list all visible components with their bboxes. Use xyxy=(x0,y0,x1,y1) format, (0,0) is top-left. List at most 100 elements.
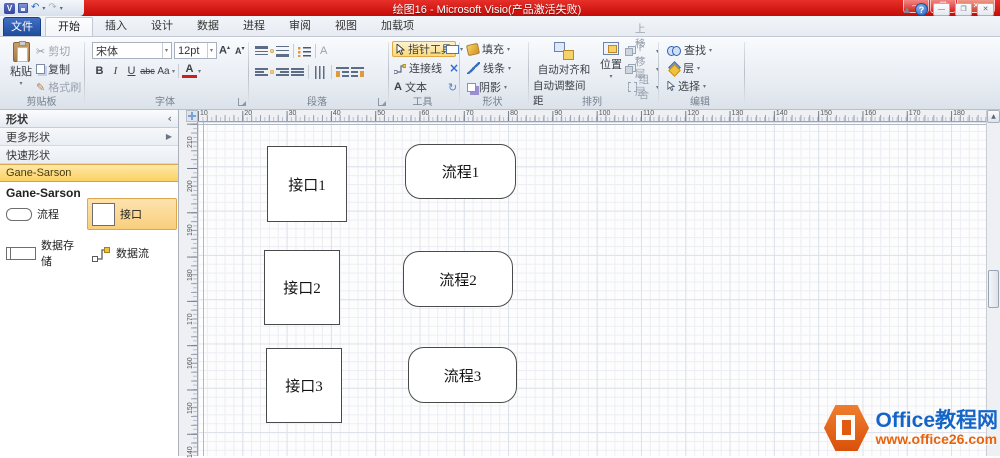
font-group-label: 字体 xyxy=(85,93,245,108)
main-area: 形状 ‹ 更多形状 ▶ 快速形状 Gane-Sarson Gane-Sarson… xyxy=(0,110,1000,456)
line-button[interactable]: 线条 ▾ xyxy=(467,60,511,76)
watermark-text: Office教程网 www.office26.com xyxy=(875,410,998,447)
select-label: 选择 xyxy=(678,78,700,94)
align-center-button[interactable] xyxy=(270,70,274,74)
scrollbar-thumb[interactable] xyxy=(988,270,999,308)
doc-minimize-button[interactable]: — xyxy=(933,3,950,16)
shrink-font-button[interactable]: A▾ xyxy=(235,45,245,56)
rectangle-tool-icon xyxy=(446,45,459,54)
v-ruler-label: 150 xyxy=(187,394,194,414)
doc-close-button[interactable]: ✕ xyxy=(977,3,994,16)
bullets-icon[interactable] xyxy=(298,45,311,57)
italic-button[interactable]: I xyxy=(108,64,123,79)
layers-icon xyxy=(667,63,680,74)
strikethrough-button[interactable]: abc xyxy=(140,64,155,79)
cut-button[interactable]: ✂ 剪切 xyxy=(36,43,70,59)
grow-shrink-text-button[interactable]: A xyxy=(320,45,327,57)
collapse-panel-icon[interactable]: ‹ xyxy=(167,112,172,125)
tab-1[interactable]: 开始 xyxy=(45,17,93,36)
v-ruler-label: 200 xyxy=(187,172,194,192)
bold-button[interactable]: B xyxy=(92,64,107,79)
font-size-combo[interactable]: 12pt ▾ xyxy=(174,42,217,59)
undo-dropdown-icon[interactable]: ▾ xyxy=(42,5,45,12)
page-left-edge xyxy=(203,122,204,456)
align-middle-button[interactable] xyxy=(270,49,274,53)
position-button[interactable]: 位置 ▾ xyxy=(597,42,625,80)
doc-restore-button[interactable]: ❐ xyxy=(955,3,972,16)
canvas-shape-process[interactable]: 流程1 xyxy=(405,144,516,199)
tab-6[interactable]: 审阅 xyxy=(277,17,323,36)
group-shapes-icon xyxy=(628,82,637,92)
save-icon[interactable] xyxy=(18,3,28,13)
font-family-combo[interactable]: 宋体 ▾ xyxy=(92,42,172,59)
align-left-button[interactable] xyxy=(255,66,268,78)
justify-button[interactable] xyxy=(291,66,304,78)
stencil-item-3[interactable]: 数据存储 xyxy=(2,237,86,269)
stencil-item-2[interactable]: 接口 xyxy=(87,198,177,230)
underline-button[interactable]: U xyxy=(124,64,139,79)
align-bottom-button[interactable] xyxy=(276,45,289,57)
divider xyxy=(315,44,316,58)
rounded-rect-shape-icon xyxy=(6,208,32,221)
text-direction-icon[interactable] xyxy=(313,66,327,79)
scroll-up-icon[interactable]: ▲ xyxy=(987,110,1000,123)
canvas-shape-interface[interactable]: 接口1 xyxy=(267,146,347,222)
h-ruler-label: 110 xyxy=(643,110,654,117)
clipboard-group-label: 剪贴板 xyxy=(2,93,81,108)
h-ruler-label: 10 xyxy=(200,110,208,117)
tab-2[interactable]: 插入 xyxy=(93,17,139,36)
redo-icon[interactable]: ↷ xyxy=(48,3,56,13)
minimize-ribbon-icon[interactable]: ▲ xyxy=(904,5,910,14)
tab-file[interactable]: 文件 xyxy=(3,17,41,36)
more-shapes-row[interactable]: 更多形状 ▶ xyxy=(0,128,178,146)
qat-customize-icon[interactable]: ▾ xyxy=(60,5,63,12)
tab-8[interactable]: 加载项 xyxy=(369,17,426,36)
h-ruler-label: 120 xyxy=(687,110,699,117)
canvas-shape-process[interactable]: 流程2 xyxy=(403,251,513,307)
paste-button[interactable]: 粘贴 ▾ xyxy=(8,42,34,87)
find-button[interactable]: 查找 ▾ xyxy=(667,42,712,58)
align-top-button[interactable] xyxy=(255,45,268,57)
tab-3[interactable]: 设计 xyxy=(139,17,185,36)
connection-point-tool-button[interactable]: × xyxy=(449,60,459,76)
v-ruler-label: 160 xyxy=(187,349,194,369)
font-color-dropdown-icon[interactable]: ▾ xyxy=(198,68,201,75)
square-shape-icon xyxy=(92,203,115,226)
canvas-shape-interface[interactable]: 接口3 xyxy=(266,348,342,423)
grow-font-button[interactable]: A▴ xyxy=(219,44,230,57)
decrease-indent-icon[interactable] xyxy=(336,66,349,78)
canvas-shape-interface[interactable]: 接口2 xyxy=(264,250,340,325)
h-ruler-label: 100 xyxy=(599,110,611,117)
tab-4[interactable]: 数据 xyxy=(185,17,231,36)
connector-icon xyxy=(394,63,406,74)
line-dropdown-icon: ▾ xyxy=(508,65,511,72)
stencil-item-label: 数据流 xyxy=(116,245,149,261)
arrange-group-label: 排列 xyxy=(529,93,655,108)
connector-tool-button[interactable]: 连接线 xyxy=(394,60,442,76)
copy-button[interactable]: 复制 xyxy=(36,61,70,77)
visio-app-icon[interactable]: V xyxy=(4,3,15,14)
font-color-button[interactable]: A xyxy=(182,64,197,78)
quick-shapes-row[interactable]: 快速形状 xyxy=(0,146,178,164)
fill-button[interactable]: 填充 ▾ xyxy=(467,41,510,57)
align-right-button[interactable] xyxy=(276,66,289,78)
change-case-dropdown-icon[interactable]: ▾ xyxy=(172,68,175,75)
undo-icon[interactable]: ↶ xyxy=(31,3,39,13)
font-size-dropdown-icon: ▾ xyxy=(207,43,213,58)
layers-button[interactable]: 层 ▾ xyxy=(667,60,700,76)
connection-point-icon: × xyxy=(449,62,459,74)
group-font: 宋体 ▾ 12pt ▾ A▴ A▾ B I U abc Aa ▾ A ▾ 字体 xyxy=(85,37,249,109)
shadow-dropdown-icon: ▾ xyxy=(504,84,507,91)
stencil-tab-gane-sarson[interactable]: Gane-Sarson xyxy=(0,164,178,182)
pointer-icon xyxy=(396,44,405,55)
select-button[interactable]: 选择 ▾ xyxy=(667,78,706,94)
canvas-shape-process[interactable]: 流程3 xyxy=(408,347,517,403)
tab-5[interactable]: 进程 xyxy=(231,17,277,36)
increase-indent-icon[interactable] xyxy=(351,66,364,78)
stencil-item-4[interactable]: 数据流 xyxy=(87,237,177,269)
tab-7[interactable]: 视图 xyxy=(323,17,369,36)
change-case-button[interactable]: Aa xyxy=(156,64,171,79)
stencil-item-1[interactable]: 流程 xyxy=(2,198,86,230)
help-icon[interactable]: ? xyxy=(915,3,928,16)
shape-group-label: 形状 xyxy=(460,93,525,108)
